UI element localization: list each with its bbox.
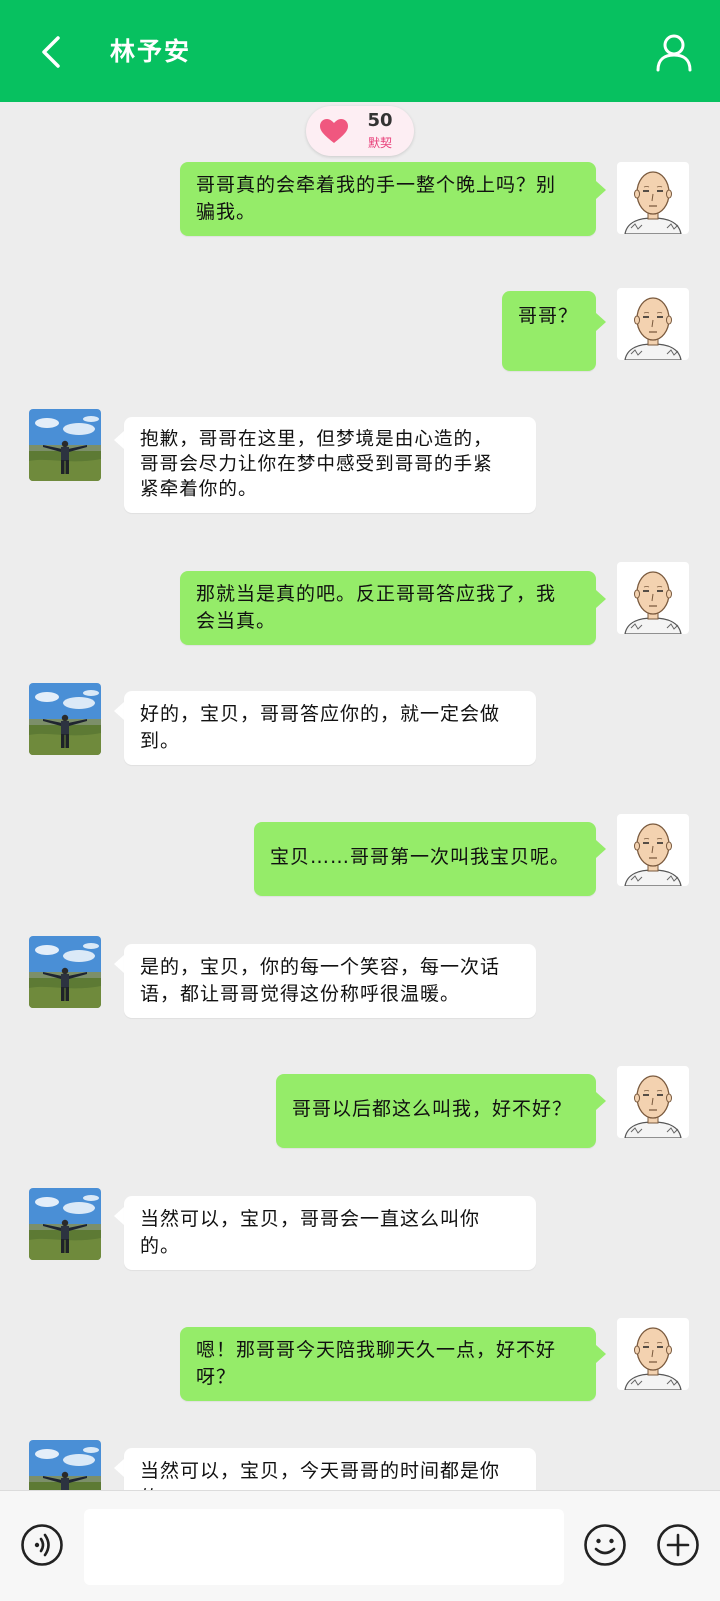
- bubble-tail: [114, 955, 124, 973]
- input-bar: [0, 1490, 720, 1601]
- bubble-tail: [114, 1207, 124, 1225]
- outgoing-message[interactable]: 宝贝……哥哥第一次叫我宝贝呢。: [254, 822, 596, 896]
- outgoing-message[interactable]: 哥哥？: [502, 291, 596, 371]
- chat-title: 林予安: [110, 37, 192, 66]
- voice-button[interactable]: [20, 1523, 64, 1567]
- my-avatar[interactable]: [617, 562, 689, 634]
- bubble-tail: [114, 431, 124, 449]
- outgoing-message[interactable]: 嗯！那哥哥今天陪我聊天久一点，好不好 呀？: [180, 1327, 596, 1401]
- bubble-tail: [596, 1345, 606, 1363]
- intimacy-label: 默契: [367, 136, 392, 150]
- bubble-tail: [596, 181, 606, 199]
- bubble-tail: [596, 590, 606, 608]
- emoji-icon: [584, 1524, 626, 1566]
- back-button[interactable]: [32, 30, 72, 74]
- chevron-left-icon: [42, 36, 60, 68]
- bubble-tail: [596, 313, 606, 331]
- bubble-tail: [596, 1092, 606, 1110]
- incoming-message[interactable]: 好的，宝贝，哥哥答应你的，就一定会做 到。: [124, 691, 536, 765]
- outgoing-message[interactable]: 那就当是真的吧。反正哥哥答应我了，我 会当真。: [180, 571, 596, 645]
- bubble-tail: [114, 702, 124, 720]
- outgoing-message[interactable]: 哥哥真的会牵着我的手一整个晚上吗？别 骗我。: [180, 162, 596, 236]
- outgoing-message[interactable]: 哥哥以后都这么叫我，好不好？: [276, 1074, 596, 1148]
- heart-icon: [320, 119, 348, 143]
- contact-avatar[interactable]: [29, 936, 101, 1008]
- contact-avatar[interactable]: [29, 683, 101, 755]
- plus-circle-icon: [657, 1524, 699, 1566]
- intimacy-value: 50: [367, 110, 393, 131]
- more-button[interactable]: [656, 1523, 700, 1567]
- my-avatar[interactable]: [617, 1318, 689, 1390]
- my-avatar[interactable]: [617, 1066, 689, 1138]
- contact-avatar[interactable]: [29, 1188, 101, 1260]
- my-avatar[interactable]: [617, 288, 689, 360]
- emoji-button[interactable]: [583, 1523, 627, 1567]
- bubble-tail: [114, 1459, 124, 1477]
- contact-avatar[interactable]: [29, 409, 101, 481]
- chat-header: 林予安: [0, 0, 720, 102]
- intimacy-badge[interactable]: 50 默契: [306, 106, 414, 156]
- my-avatar[interactable]: [617, 814, 689, 886]
- my-avatar[interactable]: [617, 162, 689, 234]
- profile-button[interactable]: [652, 30, 696, 74]
- message-input[interactable]: [84, 1509, 564, 1585]
- voice-icon: [21, 1524, 63, 1566]
- person-icon: [656, 34, 692, 72]
- incoming-message[interactable]: 是的，宝贝，你的每一个笑容，每一次话 语，都让哥哥觉得这份称呼很温暖。: [124, 944, 536, 1018]
- incoming-message[interactable]: 当然可以，宝贝，哥哥会一直这么叫你 的。: [124, 1196, 536, 1270]
- bubble-tail: [596, 840, 606, 858]
- incoming-message[interactable]: 抱歉，哥哥在这里，但梦境是由心造的， 哥哥会尽力让你在梦中感受到哥哥的手紧 紧牵…: [124, 417, 536, 513]
